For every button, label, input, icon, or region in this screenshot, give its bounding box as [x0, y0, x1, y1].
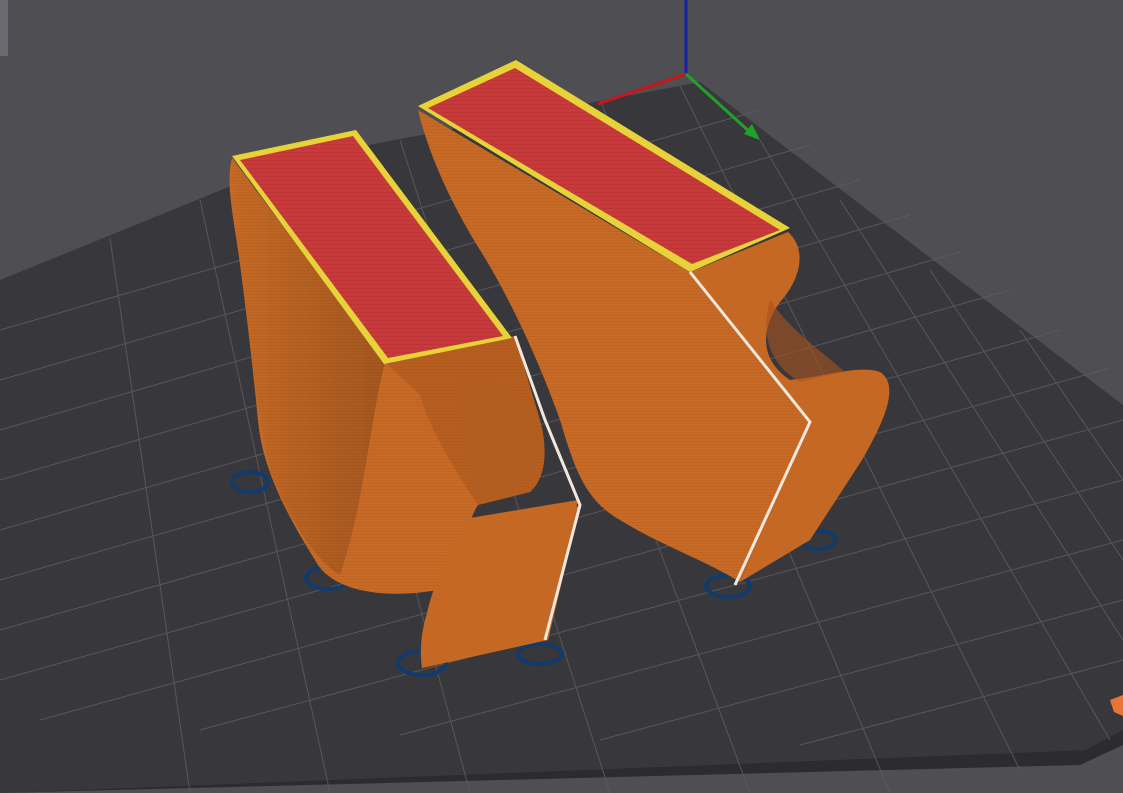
sidebar-edge — [0, 0, 8, 56]
3d-preview-viewport[interactable] — [0, 0, 1123, 793]
